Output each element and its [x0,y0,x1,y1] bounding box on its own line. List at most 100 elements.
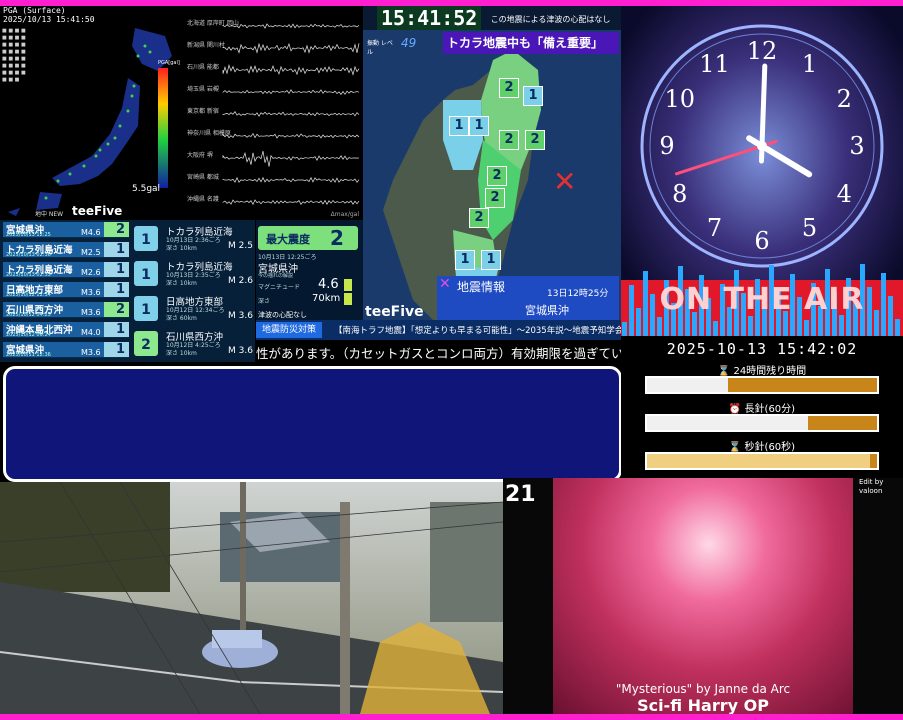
quake-list-magnitude: M3.6 [81,348,101,357]
quake-list-magnitude: M4.0 [81,328,101,337]
on-air-text: ON THE AIR [621,282,903,317]
video-counter: 21 [505,482,536,507]
waveform-trace [223,24,359,28]
quake-detail-card[interactable]: 2 石川県西方沖 10月12日 4:25ごろ 深さ 10km M 3.6 [132,327,254,358]
epicenter-marker: ✕ [553,165,576,198]
quake-list-item[interactable]: 沖縄本島北西沖 2025/10/12 00:24 M4.0 1 [3,322,129,338]
quake-card-magnitude: M 3.6 [228,346,253,356]
quake-list-scale: 1 [116,262,125,277]
quake-card-scale: 1 [134,261,158,286]
clock-number: 2 [828,85,860,113]
depth-bar [344,293,352,305]
live-clock-time: 15:41:52 [377,6,481,30]
news-ticker-text: 性があります。（カセットガスとコンロ両方）有効期限を過ぎている場合 [256,343,621,362]
quake-card-magnitude: M 2.6 [228,276,253,286]
timer-progress-bar [645,414,879,432]
equalizer-bar [713,321,718,336]
quake-info-box: ✕ 地震情報 13日12時25分 宮城県沖 [437,276,619,320]
news-ticker: 性があります。（カセットガスとコンロ両方）有効期限を過ぎている場合 [256,340,621,364]
quake-info-place: 宮城県沖 [525,302,569,318]
intensity-mark: 2 [487,166,507,186]
timer-label: ⏰ 長針(60分) [621,400,903,415]
equalizer-bar [657,317,662,336]
quake-info-label: 地震情報 [457,278,505,295]
empty-message-box [3,366,622,482]
quake-info-time: 13日12時25分 [547,286,608,299]
intensity-mark: 2 [485,188,505,208]
level-label: 振動 レベル [367,38,393,56]
quake-card-scale: 2 [134,331,158,356]
waveform-trace [223,43,359,52]
intensity-mark: 1 [523,86,543,106]
video-caption-title: Sci-fi Harry OP [503,696,903,714]
clock-number: 11 [699,50,731,78]
quake-list-scale: 1 [116,342,125,357]
quake-list-scale: 1 [116,242,125,257]
waveform-trace [223,200,359,204]
quake-detail-card[interactable]: 1 トカラ列島近海 10月13日 2:35ごろ 深さ 10km M 2.6 [132,257,254,288]
depth-value: 70km [312,293,340,304]
intensity-mark: 1 [481,250,501,270]
pga-scale-title: PGA[gal] [158,60,180,66]
intensity-mark: 2 [469,208,489,228]
waveform-axis-label: Δmax/gal [331,211,359,218]
bottom-frame-border [0,714,903,720]
live-clock-bar: 15:41:52 この地震による津波の心配はなし [363,6,621,30]
quake-list-date: 2025/10/12 00:24 [6,332,51,338]
max-intensity-box: 最大震度 2 [258,226,358,250]
quake-list-scale: 1 [116,282,125,297]
quake-card-depth: 深さ 60km [166,313,197,322]
timer-progress-fill [647,378,728,392]
quake-list-item[interactable]: トカラ列島近海 2025/10/13 02:36 M2.5 1 [3,242,129,258]
intensity-mark: 2 [499,78,519,98]
waveform-trace [223,151,359,166]
earthquake-intensity-map: 振動 レベル 49 トカラ地震中も「備え重要」 ✕ 21112222211 ✕ … [363,30,621,320]
quake-list-item[interactable]: 日高地方東部 2025/10/12 12:34 M3.6 1 [3,282,129,298]
quake-detail-card[interactable]: 1 トカラ列島近海 10月13日 2:36ごろ 深さ 10km M 2.5 [132,222,254,253]
timer-panel: 2025-10-13 15:42:02 ⌛ 24時間残り時間 ⏰ 長針(60分) ⌛… [621,336,903,479]
level-value: 49 [401,36,416,50]
quake-list-item[interactable]: 宮城県沖 2025/10/11 12:36 M3.6 1 [3,342,129,358]
clock-number: 6 [746,227,778,255]
quake-list-item[interactable]: 宮城県沖 2025/10/13 12:25 M4.6 2 [3,222,129,238]
quake-list-item[interactable]: トカラ列島近海 2025/10/13 02:35 M2.6 1 [3,262,129,278]
equalizer-bar [748,316,753,336]
timer-progress-fill [647,416,808,430]
map-brand-logo: teeFive [365,304,424,320]
video-credit: Edit by valoon [859,478,903,496]
waveform-traces [183,6,363,220]
pga-map-panel: PGA (Surface) 2025/10/13 15:41:50 ■ ■ ■ … [0,6,183,220]
quake-list-date: 2025/10/11 12:36 [6,352,51,358]
recent-earthquakes-list: 宮城県沖 2025/10/13 12:25 M4.6 2 トカラ列島近海 2025/10/… [0,220,255,362]
pga-header-title: PGA (Surface) [0,6,183,15]
news-tag: 地震防災対策 [256,322,322,338]
clock-number: 9 [651,132,683,160]
clock-number: 4 [828,180,860,208]
waveform-trace [223,134,359,139]
max-intensity-sub: 今の揺れの解説 [258,272,293,279]
pga-brand-logo: teeFive [72,204,122,218]
quake-list-date: 2025/10/12 04:25 [6,312,51,318]
clock-number: 12 [746,37,778,65]
clock-number: 3 [841,132,873,160]
tsunami-status: 津波の心配なし [258,310,307,320]
quake-detail-card[interactable]: 1 日高地方東部 10月12日 12:34ごろ 深さ 60km M 3.6 [132,292,254,323]
quake-list-scale: 1 [116,322,125,337]
analog-clock-panel: 12 1 2 3 4 5 6 7 8 9 10 11 ON THE AIR [621,6,903,336]
equalizer-bar [804,320,809,336]
quake-list-date: 2025/10/13 12:25 [6,232,51,238]
timer-progress-bar [645,376,879,394]
map-headline: トカラ地震中も「備え重要」 [443,32,619,54]
max-intensity-title: 最大震度 [266,231,310,247]
depth-label: 深さ [258,296,270,305]
clock-number: 1 [794,50,826,78]
quake-list-item[interactable]: 石川県西方沖 2025/10/12 04:25 M3.6 2 [3,302,129,318]
intensity-mark: 1 [455,250,475,270]
street-camera-image [0,482,503,714]
clock-number: 10 [664,85,696,113]
quake-card-magnitude: M 3.6 [228,311,253,321]
quake-card-depth: 深さ 10km [166,278,197,287]
music-video-frame [553,478,853,714]
quake-list-magnitude: M2.5 [81,248,101,257]
clock-number: 5 [794,214,826,242]
